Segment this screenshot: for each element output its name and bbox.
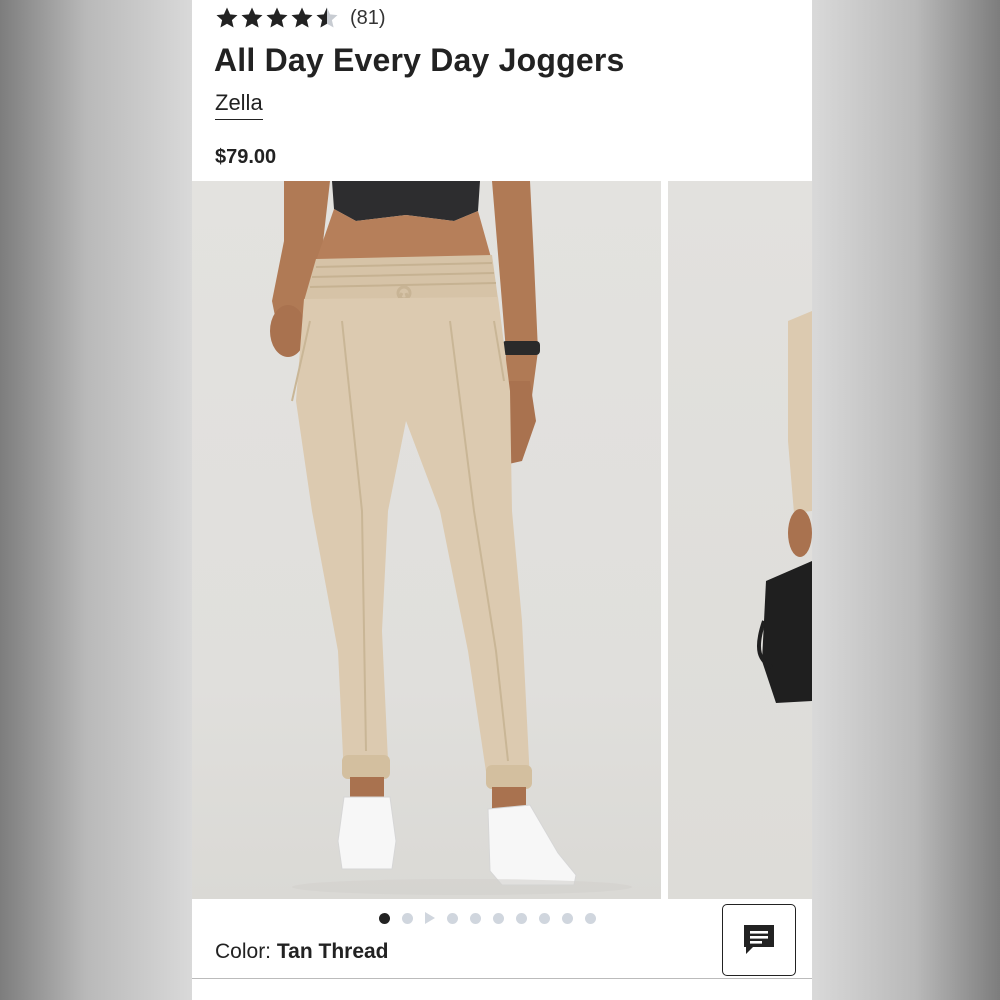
chat-button[interactable] [722, 904, 796, 976]
carousel-dot[interactable] [470, 912, 481, 924]
carousel-dot[interactable] [585, 912, 596, 924]
image-carousel[interactable] [192, 181, 812, 899]
rating-row[interactable]: (81) [215, 6, 386, 30]
review-count[interactable]: (81) [350, 7, 386, 30]
product-screen: (81) All Day Every Day Joggers Zella $79… [192, 0, 812, 1000]
star-icon [216, 7, 238, 28]
carousel-dot[interactable] [379, 912, 390, 924]
color-label-prefix: Color: [215, 940, 272, 963]
blurred-background-left [0, 0, 192, 1000]
product-photo-side[interactable] [668, 181, 812, 899]
star-icon [266, 7, 288, 28]
blurred-background-right [812, 0, 1000, 1000]
play-icon[interactable] [425, 912, 435, 924]
half-star-icon [316, 7, 338, 28]
product-photo-front[interactable] [192, 181, 661, 899]
color-value: Tan Thread [276, 940, 389, 963]
chat-icon [744, 925, 774, 954]
carousel-dot[interactable] [516, 912, 527, 924]
product-price: $79.00 [215, 146, 277, 168]
carousel-dots[interactable] [379, 912, 596, 924]
star-icon [241, 7, 263, 28]
star-rating [215, 6, 339, 30]
brand-link[interactable]: Zella [215, 90, 263, 120]
product-title: All Day Every Day Joggers [214, 42, 625, 78]
carousel-dot[interactable] [447, 912, 458, 924]
carousel-dot[interactable] [402, 912, 413, 924]
star-icon [291, 7, 313, 28]
carousel-dot[interactable] [493, 912, 504, 924]
carousel-dot[interactable] [562, 912, 573, 924]
carousel-dot[interactable] [539, 912, 550, 924]
section-divider [192, 978, 812, 979]
color-selection-label: Color: Tan Thread [215, 940, 389, 964]
